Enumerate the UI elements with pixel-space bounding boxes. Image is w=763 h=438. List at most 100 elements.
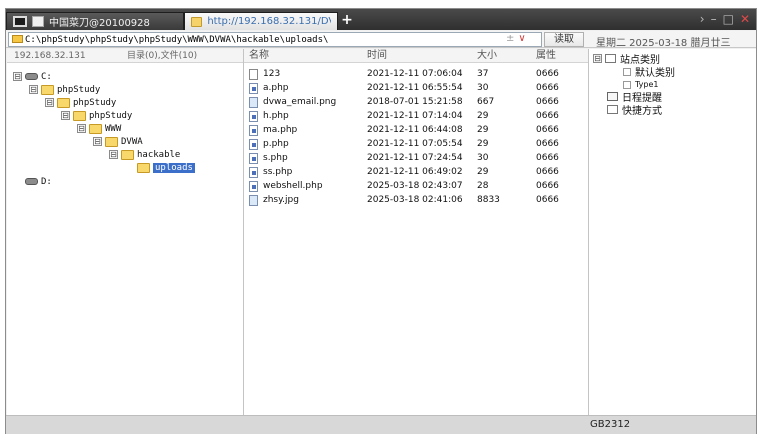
file-size: 667 bbox=[477, 97, 495, 107]
file-size: 8833 bbox=[477, 195, 500, 205]
collapse-icon[interactable]: ⊟ bbox=[29, 85, 38, 94]
file-size: 29 bbox=[477, 167, 489, 177]
tree-item-label: D: bbox=[41, 176, 52, 187]
page-icon bbox=[623, 80, 631, 89]
image-file-icon bbox=[249, 97, 258, 108]
image-file-icon bbox=[249, 195, 258, 206]
host-ip: 192.168.32.131 bbox=[14, 51, 86, 61]
chevron-right-icon[interactable]: › bbox=[700, 12, 705, 26]
window-controls: › – □ ✕ bbox=[700, 12, 750, 26]
folder-icon bbox=[12, 35, 23, 43]
side-item-label: Type1 bbox=[635, 80, 659, 89]
file-row[interactable]: h.php 2021-12-11 07:14:04 29 0666 bbox=[244, 109, 588, 123]
tab-url-label: http://192.168.32.131/DVW... bbox=[207, 16, 331, 27]
close-icon[interactable]: ✕ bbox=[740, 12, 750, 26]
tree-item-phpstudy-2[interactable]: ⊟ phpStudy bbox=[45, 96, 116, 109]
tree-item-uploads[interactable]: uploads bbox=[137, 161, 195, 174]
collapse-icon[interactable]: ⊟ bbox=[93, 137, 102, 146]
file-row[interactable]: 123 2021-12-11 07:06:04 37 0666 bbox=[244, 67, 588, 81]
php-file-icon bbox=[249, 139, 258, 150]
file-time: 2021-12-11 06:49:02 bbox=[367, 167, 463, 177]
file-name: h.php bbox=[263, 111, 289, 121]
shortcut-icon bbox=[607, 105, 618, 114]
tree-item-dvwa[interactable]: ⊟ DVWA bbox=[93, 135, 143, 148]
php-file-icon bbox=[249, 125, 258, 136]
file-attr: 0666 bbox=[536, 97, 559, 107]
file-attr: 0666 bbox=[536, 153, 559, 163]
tab-main[interactable]: 中国菜刀@20100928 bbox=[6, 12, 184, 30]
file-row[interactable]: dvwa_email.png 2018-07-01 15:21:58 667 0… bbox=[244, 95, 588, 109]
file-attr: 0666 bbox=[536, 125, 559, 135]
file-time: 2025-03-18 02:41:06 bbox=[367, 195, 463, 205]
folder-icon bbox=[73, 110, 86, 121]
file-size: 28 bbox=[477, 181, 489, 191]
page-icon bbox=[32, 16, 44, 27]
collapse-icon[interactable]: ⊟ bbox=[593, 54, 602, 63]
tree-item-phpstudy-3[interactable]: ⊟ phpStudy bbox=[61, 109, 132, 122]
php-file-icon bbox=[249, 83, 258, 94]
collapse-icon[interactable]: ⊟ bbox=[61, 111, 70, 120]
tab-url[interactable]: http://192.168.32.131/DVW... bbox=[184, 12, 338, 30]
file-name: a.php bbox=[263, 83, 289, 93]
collapse-icon[interactable]: ⊟ bbox=[109, 150, 118, 159]
tree-item-label: C: bbox=[41, 71, 52, 82]
maximize-icon[interactable]: □ bbox=[723, 12, 734, 26]
collapse-icon[interactable]: ⊟ bbox=[77, 124, 86, 133]
file-time: 2021-12-11 06:55:54 bbox=[367, 83, 463, 93]
tree-item-label: phpStudy bbox=[89, 110, 133, 121]
php-file-icon bbox=[249, 153, 258, 164]
column-size[interactable]: 大小 bbox=[477, 49, 497, 63]
file-name: dvwa_email.png bbox=[263, 97, 337, 107]
collapse-icon[interactable]: ⊟ bbox=[13, 72, 22, 81]
file-name: s.php bbox=[263, 153, 288, 163]
path-input[interactable] bbox=[8, 32, 542, 47]
file-name: ss.php bbox=[263, 167, 293, 177]
item-counts: 目录(0),文件(10) bbox=[127, 51, 198, 61]
chevron-down-icon[interactable]: ∨ bbox=[518, 33, 525, 44]
file-time: 2021-12-11 07:14:04 bbox=[367, 111, 463, 121]
file-size: 29 bbox=[477, 125, 489, 135]
file-row[interactable]: s.php 2021-12-11 07:24:54 30 0666 bbox=[244, 151, 588, 165]
file-time: 2021-12-11 07:06:04 bbox=[367, 69, 463, 79]
collapse-icon[interactable]: ⊟ bbox=[45, 98, 54, 107]
tab-main-label: 中国菜刀@20100928 bbox=[49, 18, 150, 29]
read-button[interactable]: 读取 bbox=[544, 32, 584, 47]
file-list-pane: 名称 时间 大小 属性 123 2021-12-11 07:06:04 37 0… bbox=[244, 49, 589, 415]
tree-item-d-drive[interactable]: D: bbox=[25, 175, 52, 188]
tree-item-c-drive[interactable]: ⊟ C: bbox=[13, 70, 52, 83]
tab-bar: 中国菜刀@20100928 http://192.168.32.131/DVW.… bbox=[6, 9, 756, 30]
file-row[interactable]: ss.php 2021-12-11 06:49:02 29 0666 bbox=[244, 165, 588, 179]
tree-item-label: hackable bbox=[137, 149, 181, 160]
tree-item-www[interactable]: ⊟ WWW bbox=[77, 122, 121, 135]
tree-item-label: WWW bbox=[105, 123, 122, 134]
side-item-default-category[interactable]: 默认类别 bbox=[623, 65, 675, 79]
column-time[interactable]: 时间 bbox=[367, 49, 387, 63]
tree-item-label-selected: uploads bbox=[153, 162, 195, 173]
column-attr[interactable]: 属性 bbox=[536, 49, 556, 63]
side-item-label: 快捷方式 bbox=[622, 106, 662, 117]
monitor-icon bbox=[13, 16, 27, 27]
tree-item-hackable[interactable]: ⊟ hackable bbox=[109, 148, 180, 161]
file-row[interactable]: ma.php 2021-12-11 06:44:08 29 0666 bbox=[244, 123, 588, 137]
file-attr: 0666 bbox=[536, 139, 559, 149]
file-attr: 0666 bbox=[536, 83, 559, 93]
path-controls: ± ∨ bbox=[506, 33, 526, 44]
plus-minus-icon[interactable]: ± bbox=[506, 33, 514, 44]
new-tab-button[interactable]: + bbox=[340, 12, 354, 28]
file-row[interactable]: a.php 2021-12-11 06:55:54 30 0666 bbox=[244, 81, 588, 95]
tree-item-phpstudy-1[interactable]: ⊟ phpStudy bbox=[29, 83, 100, 96]
file-list-header: 名称 时间 大小 属性 bbox=[244, 49, 588, 63]
folder-icon bbox=[41, 84, 54, 95]
file-time: 2021-12-11 06:44:08 bbox=[367, 125, 463, 135]
file-row[interactable]: zhsy.jpg 2025-03-18 02:41:06 8833 0666 bbox=[244, 193, 588, 207]
column-name[interactable]: 名称 bbox=[249, 49, 269, 63]
folder-icon bbox=[191, 16, 203, 27]
file-size: 30 bbox=[477, 83, 489, 93]
file-row[interactable]: p.php 2021-12-11 07:05:54 29 0666 bbox=[244, 137, 588, 151]
file-time: 2018-07-01 15:21:58 bbox=[367, 97, 463, 107]
file-size: 29 bbox=[477, 139, 489, 149]
minimize-icon[interactable]: – bbox=[711, 12, 717, 26]
file-row[interactable]: webshell.php 2025-03-18 02:43:07 28 0666 bbox=[244, 179, 588, 193]
file-attr: 0666 bbox=[536, 195, 559, 205]
side-item-shortcuts[interactable]: 快捷方式 bbox=[607, 103, 662, 117]
